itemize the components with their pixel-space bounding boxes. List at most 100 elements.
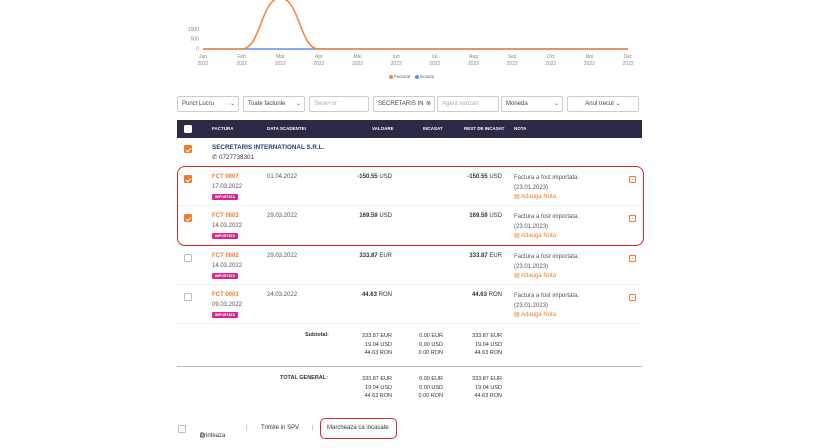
period-select[interactable]: Anul trecut ⌄	[567, 96, 639, 112]
rest-value: 333.87 EUR	[469, 253, 502, 259]
separator: |	[312, 425, 314, 431]
legend-facturat: Facturat	[393, 74, 411, 79]
subtotal-incasat: 0.00 EUR 0.00 USD 0.00 RON	[405, 332, 443, 358]
total-rest-eur: 333.87 EUR	[472, 376, 502, 382]
x-tick-month: Aug	[469, 54, 478, 60]
note-cell: Factura a fost importata. (23.01.2023) ▤ A…	[514, 253, 614, 282]
add-note-label: Adauga Nota	[521, 273, 557, 279]
value-amount: 333.87	[359, 253, 378, 259]
note-text: Factura a fost importata.	[514, 293, 580, 299]
serie-nr-input[interactable]: Serie+nr	[309, 96, 369, 112]
x-tick-month: Oct	[547, 54, 555, 60]
clear-icon[interactable]: ⊗	[426, 97, 431, 111]
select-all-checkbox[interactable]	[184, 125, 192, 133]
moneda-value: Moneda	[506, 101, 528, 107]
note-cell: Factura a fost importata. (23.01.2023) ▤ A…	[514, 292, 614, 321]
row-checkbox[interactable]	[184, 254, 192, 262]
x-tick-year: 2022	[236, 61, 247, 67]
invoice-type-value: Toate facturile	[248, 101, 286, 107]
x-tick-year: 2022	[352, 61, 363, 67]
x-tick-month: Noi	[586, 54, 594, 60]
subtotal-valoare: 333.87 EUR 19.04 USD 44.63 RON	[330, 332, 392, 358]
x-tick-month: Iul	[432, 54, 437, 60]
subtotal-rest: 333.87 EUR 19.04 USD 44.63 RON	[452, 332, 502, 358]
agent-placeholder: Agent vanzari	[442, 101, 479, 107]
total-rest-ron: 44.63 RON	[474, 393, 502, 399]
x-tick-month: Mai	[354, 54, 362, 60]
x-tick-year: 2022	[468, 61, 479, 67]
subtotal-incasat-ron: 0.00 RON	[418, 350, 443, 356]
legend-incasat: Incasat	[419, 74, 435, 79]
row-menu-chevron-icon[interactable]: ⌄	[629, 255, 636, 262]
add-note-link[interactable]: ▤ Adauga Nota	[514, 272, 614, 282]
total-incasat-ron: 0.00 RON	[418, 393, 443, 399]
selected-rows-highlight	[177, 166, 644, 246]
total-label: TOTAL GENERAL:	[280, 375, 328, 381]
note-icon: ▤	[514, 273, 520, 279]
moneda-select[interactable]: Moneda ⌄	[501, 96, 563, 112]
x-tick-month: Mar	[276, 54, 285, 60]
note-icon: ▤	[514, 312, 520, 318]
status-badge: IMPORTATA	[212, 273, 239, 279]
total-valoare-ron: 44.63 RON	[364, 393, 392, 399]
client-filter[interactable]: SECRETARIS IN ⊗	[373, 96, 435, 112]
x-tick-month: Feb	[237, 54, 246, 60]
subtotal-label: Subtotal:	[305, 332, 329, 338]
total-incasat: 0.00 EUR 0.00 USD 0.00 RON	[405, 375, 443, 401]
invoice-number[interactable]: FCT 0002	[212, 253, 239, 259]
y-tick-label: 0	[196, 47, 199, 53]
total-rest: 333.87 EUR 19.04 USD 44.63 RON	[452, 375, 502, 401]
rest-amount: 44.63	[471, 292, 487, 298]
x-tick-month: Sep	[508, 54, 517, 60]
row-menu-chevron-icon[interactable]: ⌄	[629, 294, 636, 301]
chevron-down-icon: ⌄	[615, 101, 621, 107]
note-text: Factura a fost importata.	[514, 254, 580, 260]
invoice-type-select[interactable]: Toate facturile ⌄	[243, 96, 305, 112]
phone-icon: ✆	[212, 154, 218, 161]
invoice-date: 09.03.2022	[212, 302, 243, 308]
value-currency: EUR	[379, 253, 392, 259]
x-tick-month: Jan	[199, 54, 207, 60]
chevron-down-icon: ⌄	[229, 101, 235, 107]
client-group: SECRETARIS INTERNATIONAL S.R.L. ✆ 072773…	[212, 144, 324, 161]
status-badge: IMPORTATA	[212, 312, 239, 318]
subtotal-rest-usd: 19.04 USD	[475, 341, 502, 348]
invoice-value: 333.87 EUR	[359, 253, 392, 259]
mark-button-highlight	[320, 418, 397, 439]
x-tick-year: 2022	[429, 61, 440, 67]
rest-value: 44.63 RON	[472, 292, 502, 298]
x-tick-month: Apr	[315, 54, 323, 60]
punct-lucru-value: Punct Lucru	[182, 101, 215, 107]
total-incasat-eur: 0.00 EUR	[419, 376, 443, 382]
footer-select-checkbox[interactable]	[178, 425, 186, 433]
add-note-link[interactable]: ▤ Adauga Nota	[514, 311, 614, 321]
row-checkbox[interactable]	[184, 293, 192, 301]
x-tick-year: 2022	[584, 61, 595, 67]
rest-amount: 333.87	[469, 253, 488, 259]
serie-nr-placeholder: Serie+nr	[314, 101, 337, 107]
y-tick-label: 1000	[188, 27, 199, 33]
rest-currency: RON	[488, 292, 502, 298]
value-currency: RON	[378, 292, 392, 298]
x-tick-year: 2022	[622, 61, 633, 67]
client-name[interactable]: SECRETARIS INTERNATIONAL S.R.L.	[212, 144, 324, 151]
period-value: Anul trecut	[585, 101, 614, 107]
divider	[177, 366, 642, 367]
invoice-value: 44.63 RON	[362, 292, 392, 298]
chevron-down-icon: ⌄	[295, 101, 301, 107]
header-factura: FACTURA	[212, 126, 234, 131]
invoices-page: 0 500 1000 Jan 2022 Feb 2022 Mar 2022 Apr 2022 Mai 2…	[0, 0, 820, 448]
punct-lucru-select[interactable]: Punct Lucru ⌄	[177, 96, 239, 112]
subtotal-rest-eur: 333.87 EUR	[472, 333, 502, 339]
agent-input[interactable]: Agent vanzari	[437, 96, 499, 112]
client-phone-number: 0727738301	[219, 154, 255, 161]
y-tick-label: 500	[191, 37, 200, 43]
x-tick-year: 2022	[313, 61, 324, 67]
subtotal-valoare-ron: 44.63 RON	[364, 350, 392, 356]
client-group-checkbox[interactable]	[184, 145, 192, 153]
series-line-facturat	[203, 0, 628, 50]
send-spv-button[interactable]: Trimite in SPV	[261, 425, 299, 431]
invoice-number[interactable]: FCT 0001	[212, 292, 239, 298]
x-tick-month: Dec	[624, 54, 633, 60]
value-amount: 44.63	[361, 292, 377, 298]
